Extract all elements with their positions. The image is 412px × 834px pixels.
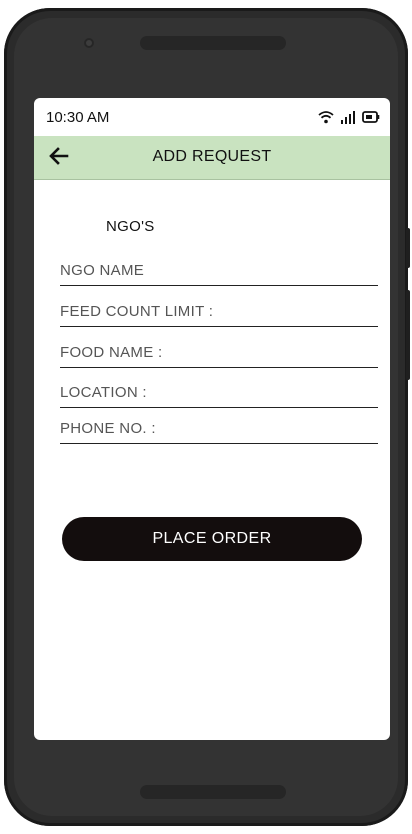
field-underline [60,443,378,444]
volume-button [406,228,410,268]
field-label: NGO NAME [60,262,145,279]
field-underline [60,285,378,286]
field-underline [60,367,378,368]
bottom-grille [140,785,286,799]
status-icons [318,110,380,124]
field-label: FOOD NAME : [60,344,163,361]
location-field[interactable]: LOCATION : [60,384,378,408]
field-underline [60,326,378,327]
camera-icon [84,38,94,48]
phone-number-field[interactable]: PHONE NO. : [60,420,378,444]
food-name-field[interactable]: FOOD NAME : [60,344,378,368]
app-screen: 10:30 AM ADD REQUEST NGO'S NGO NAME FEED… [34,98,390,740]
page-title: ADD REQUEST [152,148,272,165]
status-time: 10:30 AM [46,108,110,126]
field-underline [60,407,378,408]
wifi-icon [318,111,334,124]
section-title: NGO'S [106,218,155,235]
field-label: FEED COUNT LIMIT : [60,303,214,320]
field-label: PHONE NO. : [60,420,156,437]
battery-icon [362,111,380,123]
speaker-grille [140,36,286,50]
signal-icon [341,111,355,124]
feed-count-limit-field[interactable]: FEED COUNT LIMIT : [60,303,378,327]
ngo-name-field[interactable]: NGO NAME [60,262,378,286]
status-bar: 10:30 AM [34,98,390,136]
field-label: LOCATION : [60,384,147,401]
place-order-button[interactable]: PLACE ORDER [62,517,362,561]
app-bar: ADD REQUEST [34,136,390,180]
power-button [406,290,410,380]
